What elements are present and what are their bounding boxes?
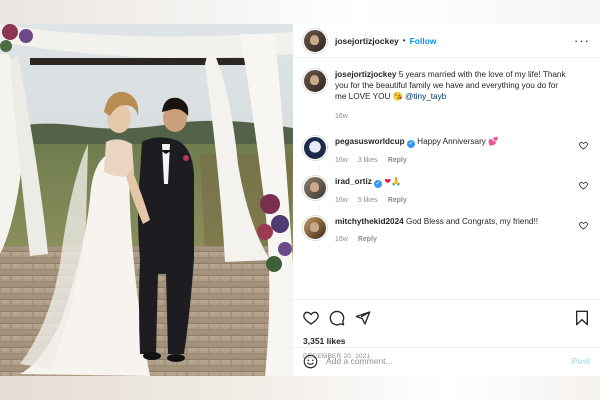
comment-time: 16w (335, 157, 348, 164)
caption-emoji: 😘 (392, 92, 403, 101)
comment-row: irad_ortiz ✓ ❤🙏 16w 5 likes Reply (303, 176, 590, 206)
comment-time: 16w (335, 197, 348, 204)
likes-count[interactable]: 3,351 likes (303, 336, 590, 346)
reply-button[interactable]: Reply (388, 195, 407, 206)
post-panel: josejortizjockey • Follow ··· josejortiz… (293, 24, 600, 376)
caption-text: josejortizjockey 5 years married with th… (335, 69, 570, 122)
comment-username[interactable]: pegasusworldcup (335, 137, 405, 146)
background-strip-top (0, 0, 600, 24)
verified-icon: ✓ (374, 180, 383, 188)
comment-emoji: 💕 (488, 137, 499, 146)
avatar[interactable] (303, 176, 327, 200)
action-icons (303, 308, 590, 328)
emoji-icon[interactable] (303, 354, 318, 369)
post-header: josejortizjockey • Follow ··· (293, 24, 600, 58)
caption-mention[interactable]: @tiny_tayb (405, 92, 446, 101)
header-username[interactable]: josejortizjockey (335, 36, 399, 46)
comment-text: irad_ortiz ✓ ❤🙏 16w 5 likes Reply (335, 176, 570, 206)
heart-icon[interactable] (579, 221, 588, 230)
more-icon[interactable]: ··· (574, 34, 590, 47)
comment-username[interactable]: irad_ortiz (335, 177, 372, 186)
heart-icon[interactable] (579, 141, 588, 150)
comment-body: Happy Anniversary (417, 137, 486, 146)
caption-meta: 16w (335, 111, 570, 122)
comment-likes[interactable]: 3 likes (358, 155, 378, 166)
comments-list: josejortizjockey 5 years married with th… (293, 59, 600, 299)
comment-meta: 16w Reply (335, 234, 570, 245)
follow-button[interactable]: Follow (410, 36, 437, 46)
avatar[interactable] (303, 69, 327, 93)
comment-meta: 16w 5 likes Reply (335, 195, 570, 206)
avatar[interactable] (303, 216, 327, 240)
reply-button[interactable]: Reply (358, 234, 377, 245)
share-icon[interactable] (355, 310, 371, 326)
comment-text: mitchythekid2024 God Bless and Congrats,… (335, 216, 570, 245)
avatar[interactable] (303, 136, 327, 160)
comment-input[interactable] (326, 356, 572, 366)
comment-username[interactable]: mitchythekid2024 (335, 217, 404, 226)
comment-likes[interactable]: 5 likes (358, 195, 378, 206)
caption-row: josejortizjockey 5 years married with th… (303, 69, 590, 122)
caption-time: 16w (335, 113, 348, 120)
comment-time: 16w (335, 236, 348, 243)
comment-row: mitchythekid2024 God Bless and Congrats,… (303, 216, 590, 245)
avatar[interactable] (303, 28, 327, 53)
verified-icon: ✓ (406, 140, 415, 148)
reply-button[interactable]: Reply (388, 155, 407, 166)
caption-username[interactable]: josejortizjockey (335, 70, 396, 79)
post-photo (0, 24, 293, 376)
post-comment-button[interactable]: Post (572, 356, 590, 366)
comment-text: pegasusworldcup ✓ Happy Anniversary 💕 16… (335, 136, 570, 166)
comment-body: God Bless and Congrats, my friend!! (406, 217, 538, 226)
comment-emoji: ❤🙏 (384, 177, 402, 186)
separator-dot: • (402, 36, 406, 45)
comment-meta: 16w 3 likes Reply (335, 155, 570, 166)
background-strip-bottom (0, 376, 600, 400)
comment-icon[interactable] (329, 310, 345, 326)
bookmark-icon[interactable] (574, 310, 590, 326)
heart-icon[interactable] (303, 310, 319, 326)
heart-icon[interactable] (579, 181, 588, 190)
comment-row: pegasusworldcup ✓ Happy Anniversary 💕 16… (303, 136, 590, 166)
